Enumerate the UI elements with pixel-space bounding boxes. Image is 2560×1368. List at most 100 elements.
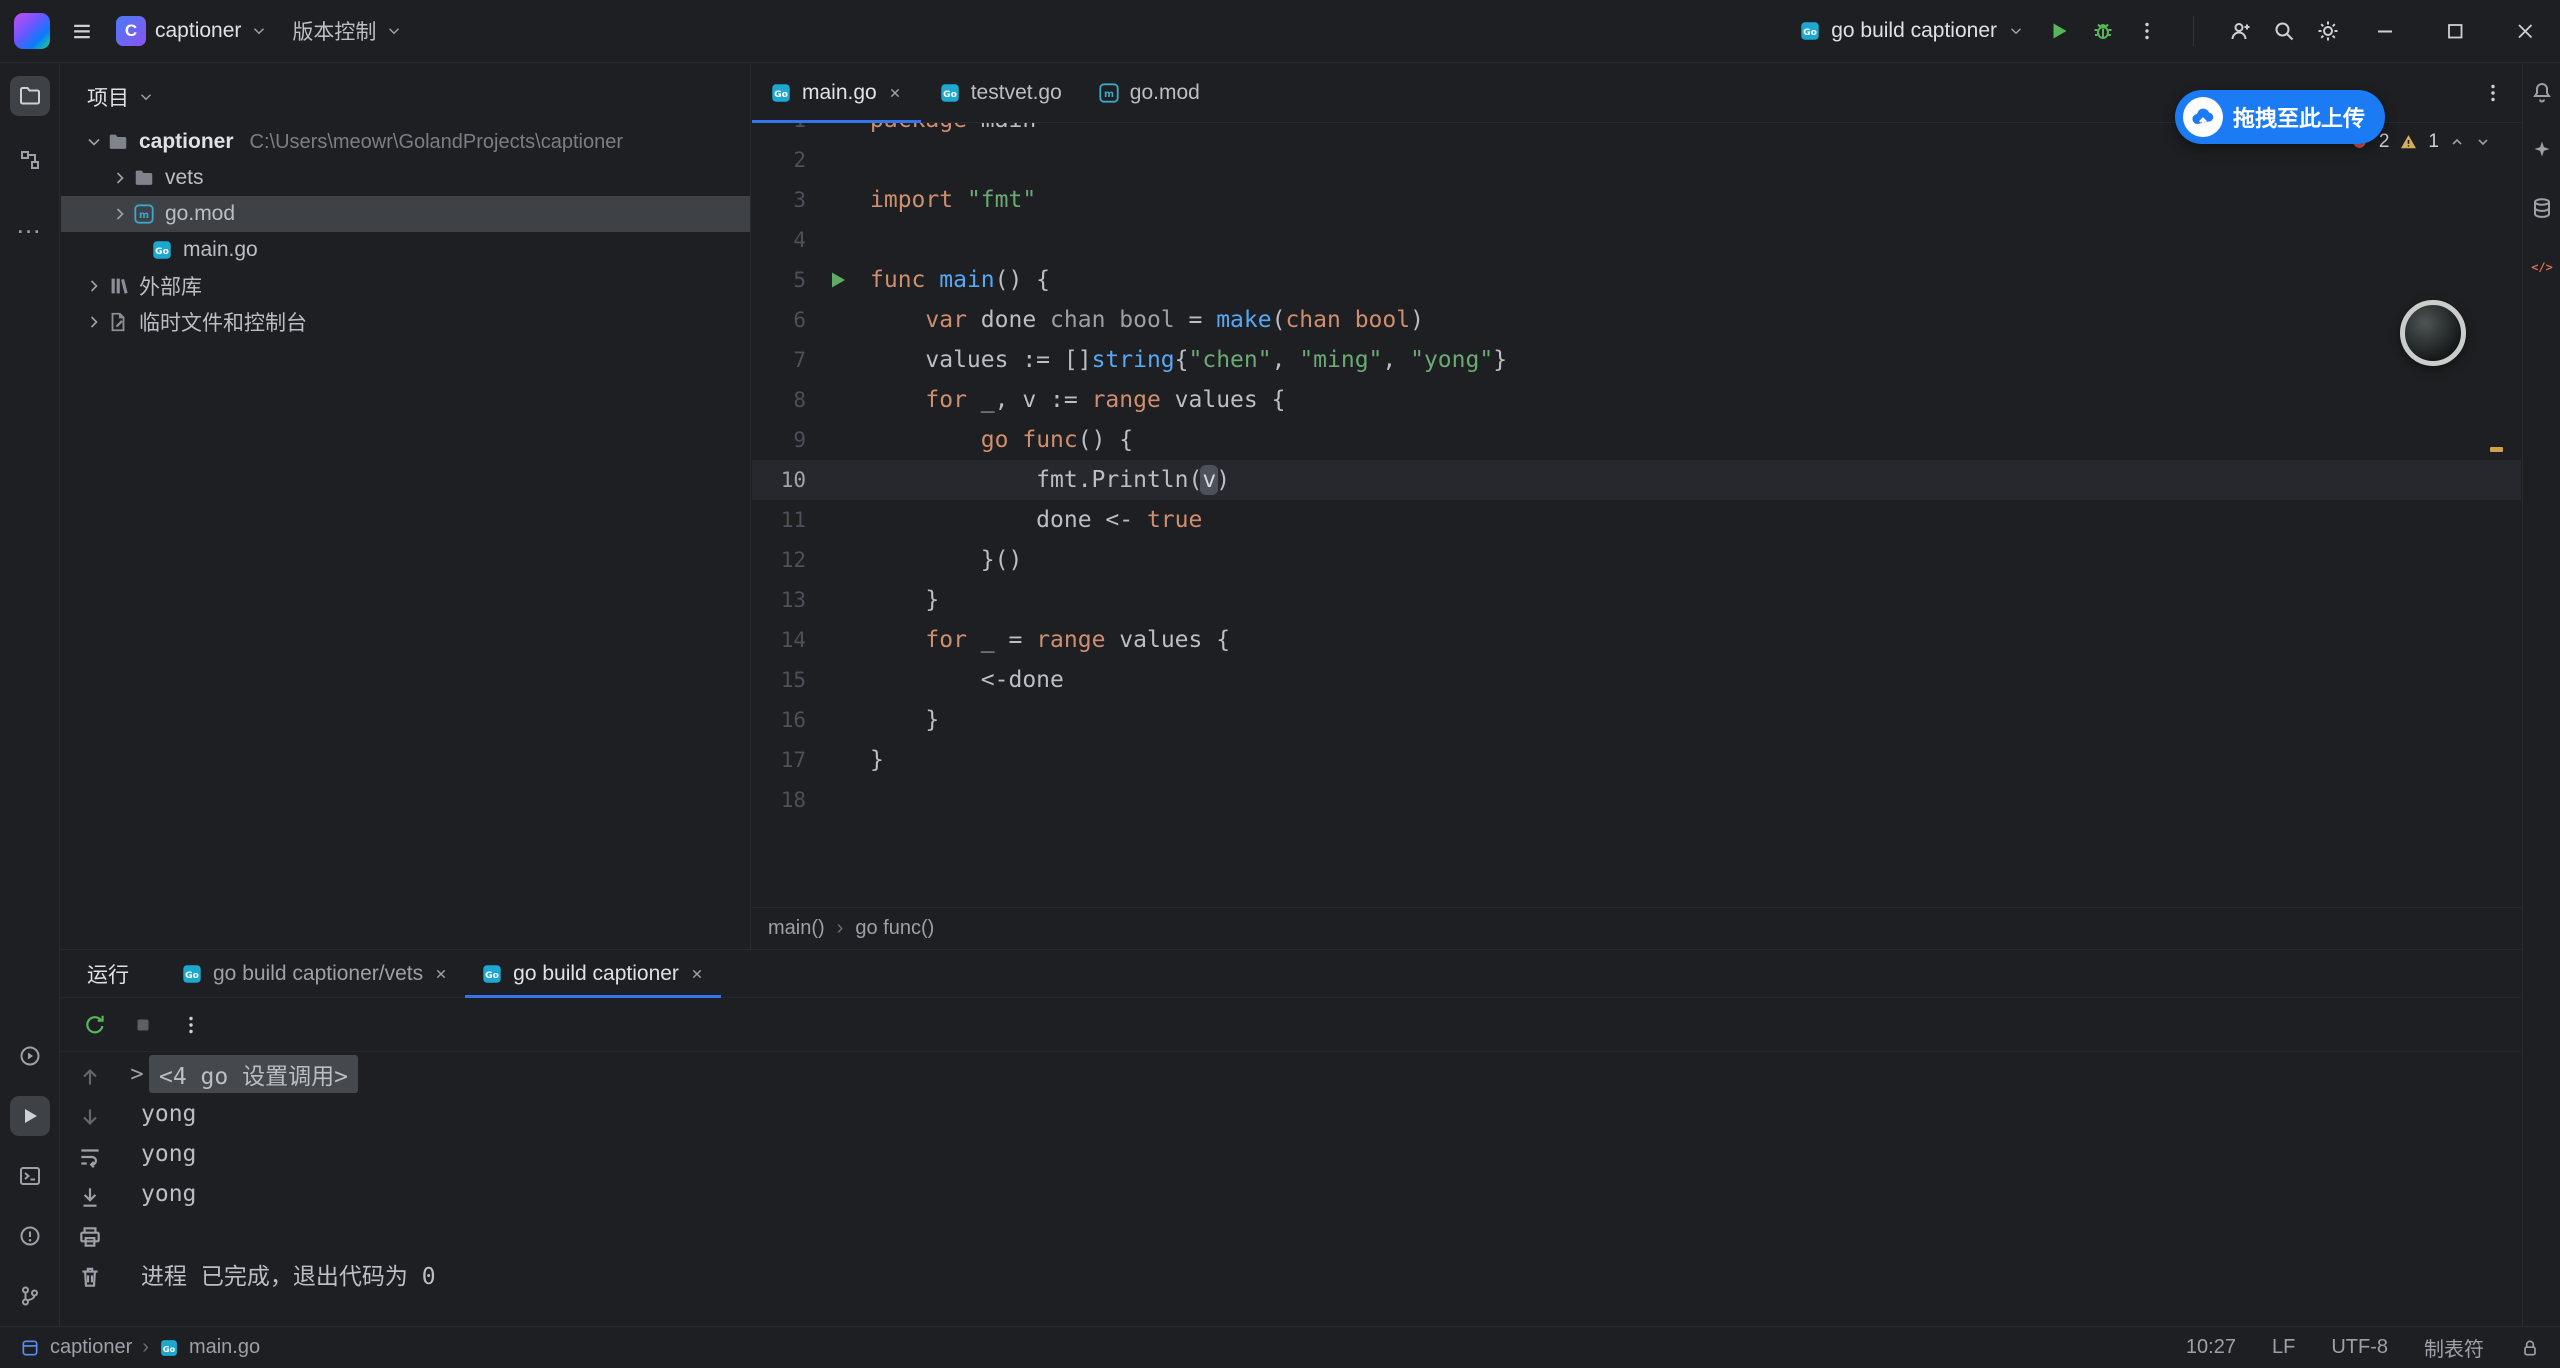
run-tab-captioner[interactable]: Go go build captioner	[465, 950, 721, 997]
minimize-button[interactable]	[2350, 0, 2420, 63]
tree-item-captioner[interactable]: captionerC:\Users\meowr\GolandProjects\c…	[61, 124, 750, 160]
code-line-12[interactable]: 12 }()	[752, 540, 2521, 580]
code-line-3[interactable]: 3import "fmt"	[752, 180, 2521, 220]
run-window-title[interactable]: 运行	[87, 950, 129, 997]
toolwindow-project-button[interactable]	[10, 76, 50, 116]
ai-assistant-button[interactable]	[2524, 132, 2560, 168]
breadcrumb: main() › go func()	[752, 907, 2521, 949]
scroll-to-end-button[interactable]	[73, 1180, 107, 1214]
lock-icon[interactable]	[2520, 1336, 2540, 1359]
status-file[interactable]: main.go	[189, 1336, 260, 1359]
run-config-selector[interactable]: Go go build captioner	[1787, 19, 2037, 43]
hamburger-menu-icon[interactable]: ≡	[60, 9, 104, 53]
chevron-down-icon	[385, 19, 403, 43]
code-line-18[interactable]: 18	[752, 780, 2521, 820]
folder-icon	[107, 130, 129, 154]
arrow-down-icon	[77, 1104, 103, 1130]
maximize-button[interactable]	[2420, 0, 2490, 63]
go-file-icon: Go	[939, 81, 961, 105]
code-line-8[interactable]: 8 for _, v := range values {	[752, 380, 2521, 420]
chevron-right-icon[interactable]	[107, 168, 133, 188]
code-line-17[interactable]: 17}	[752, 740, 2521, 780]
code-line-2[interactable]: 2	[752, 140, 2521, 180]
tab-options-button[interactable]	[2481, 64, 2521, 122]
code-line-6[interactable]: 6 var done chan bool = make(chan bool)	[752, 300, 2521, 340]
status-line-ending[interactable]: LF	[2272, 1336, 2295, 1359]
code-line-11[interactable]: 11 done <- true	[752, 500, 2521, 540]
print-button[interactable]	[73, 1220, 107, 1254]
tree-item-临时文件和控制台[interactable]: 临时文件和控制台	[61, 304, 750, 340]
prev-problem-icon[interactable]	[2449, 131, 2465, 153]
code-line-7[interactable]: 7 values := []string{"chen", "ming", "yo…	[752, 340, 2521, 380]
tree-item-vets[interactable]: vets	[61, 160, 750, 196]
code-line-9[interactable]: 9 go func() {	[752, 420, 2521, 460]
close-tab-icon[interactable]	[433, 962, 449, 986]
more-toolwindows-button[interactable]: …	[10, 204, 50, 244]
code-line-4[interactable]: 4	[752, 220, 2521, 260]
code-line-10[interactable]: 10 fmt.Println(v)	[752, 460, 2521, 500]
tab-main-go[interactable]: Go main.go	[752, 64, 921, 122]
toolwindow-terminal-button[interactable]	[10, 1156, 50, 1196]
database-button[interactable]	[2524, 190, 2560, 226]
chevron-right-icon[interactable]	[81, 312, 107, 332]
chevron-right-icon[interactable]	[107, 204, 133, 224]
stop-button[interactable]	[123, 1005, 163, 1045]
rerun-button[interactable]	[75, 1005, 115, 1045]
stacktrace-down-button[interactable]	[73, 1100, 107, 1134]
status-encoding[interactable]: UTF-8	[2331, 1336, 2388, 1359]
code-line-15[interactable]: 15 <-done	[752, 660, 2521, 700]
remote-assist-float-ball[interactable]	[2400, 300, 2466, 366]
more-run-actions-button[interactable]	[2125, 9, 2169, 53]
status-indent[interactable]: 制表符	[2424, 1333, 2484, 1362]
run-button[interactable]	[2037, 9, 2081, 53]
tree-item-main.go[interactable]: Gomain.go	[61, 232, 750, 268]
tree-item-外部库[interactable]: 外部库	[61, 268, 750, 304]
minimize-icon	[2373, 19, 2397, 43]
debug-button[interactable]	[2081, 9, 2125, 53]
close-tab-icon[interactable]	[689, 962, 705, 986]
code-line-14[interactable]: 14 for _ = range values {	[752, 620, 2521, 660]
tab-testvet-go[interactable]: Go testvet.go	[921, 64, 1080, 122]
tab-go-mod[interactable]: m go.mod	[1080, 64, 1218, 122]
settings-button[interactable]	[2306, 9, 2350, 53]
run-title-label: 运行	[87, 959, 129, 989]
line-number: 5	[752, 268, 806, 292]
clear-console-button[interactable]	[73, 1260, 107, 1294]
close-tab-icon[interactable]	[887, 81, 903, 105]
code-text: for _, v := range values {	[870, 387, 2521, 413]
run-more-options-button[interactable]	[171, 1005, 211, 1045]
soft-wrap-button[interactable]	[73, 1140, 107, 1174]
folded-command[interactable]: <4 go 设置调用>	[149, 1055, 358, 1093]
stacktrace-up-button[interactable]	[73, 1060, 107, 1094]
run-tab-vets[interactable]: Go go build captioner/vets	[165, 950, 465, 997]
endpoints-button[interactable]: </>	[2524, 248, 2560, 284]
next-problem-icon[interactable]	[2475, 131, 2491, 153]
drag-upload-button[interactable]: 拖拽至此上传	[2175, 90, 2385, 144]
code-line-16[interactable]: 16 }	[752, 700, 2521, 740]
vcs-selector[interactable]: 版本控制	[280, 9, 415, 53]
run-gutter-icon[interactable]	[806, 268, 870, 292]
chevron-down-icon[interactable]	[81, 132, 107, 152]
console-output[interactable]: ><4 go 设置调用>yongyongyong 进程 已完成，退出代码为 0	[119, 1052, 2521, 1326]
search-everywhere-button[interactable]	[2262, 9, 2306, 53]
notifications-button[interactable]	[2524, 74, 2560, 110]
fold-expand-icon[interactable]: >	[125, 1062, 149, 1087]
code-with-me-button[interactable]	[2218, 9, 2262, 53]
toolwindow-structure-button[interactable]	[10, 140, 50, 180]
status-project[interactable]: captioner	[50, 1336, 132, 1359]
code-line-13[interactable]: 13 }	[752, 580, 2521, 620]
toolwindow-run-button[interactable]	[10, 1096, 50, 1136]
project-panel-header[interactable]: 项目	[61, 64, 750, 124]
code-line-5[interactable]: 5func main() {	[752, 260, 2521, 300]
editor[interactable]: 1package main23import "fmt"45func main()…	[752, 123, 2521, 907]
close-button[interactable]	[2490, 0, 2560, 63]
tree-item-go.mod[interactable]: mgo.mod	[61, 196, 750, 232]
toolwindow-problems-button[interactable]	[10, 1216, 50, 1256]
arrow-up-icon	[77, 1064, 103, 1090]
breadcrumb-item[interactable]: main()	[768, 917, 825, 940]
breadcrumb-item[interactable]: go func()	[855, 917, 934, 940]
toolwindow-git-button[interactable]	[10, 1276, 50, 1316]
chevron-right-icon[interactable]	[81, 276, 107, 296]
toolwindow-services-button[interactable]	[10, 1036, 50, 1076]
project-selector[interactable]: C captioner	[104, 9, 280, 53]
